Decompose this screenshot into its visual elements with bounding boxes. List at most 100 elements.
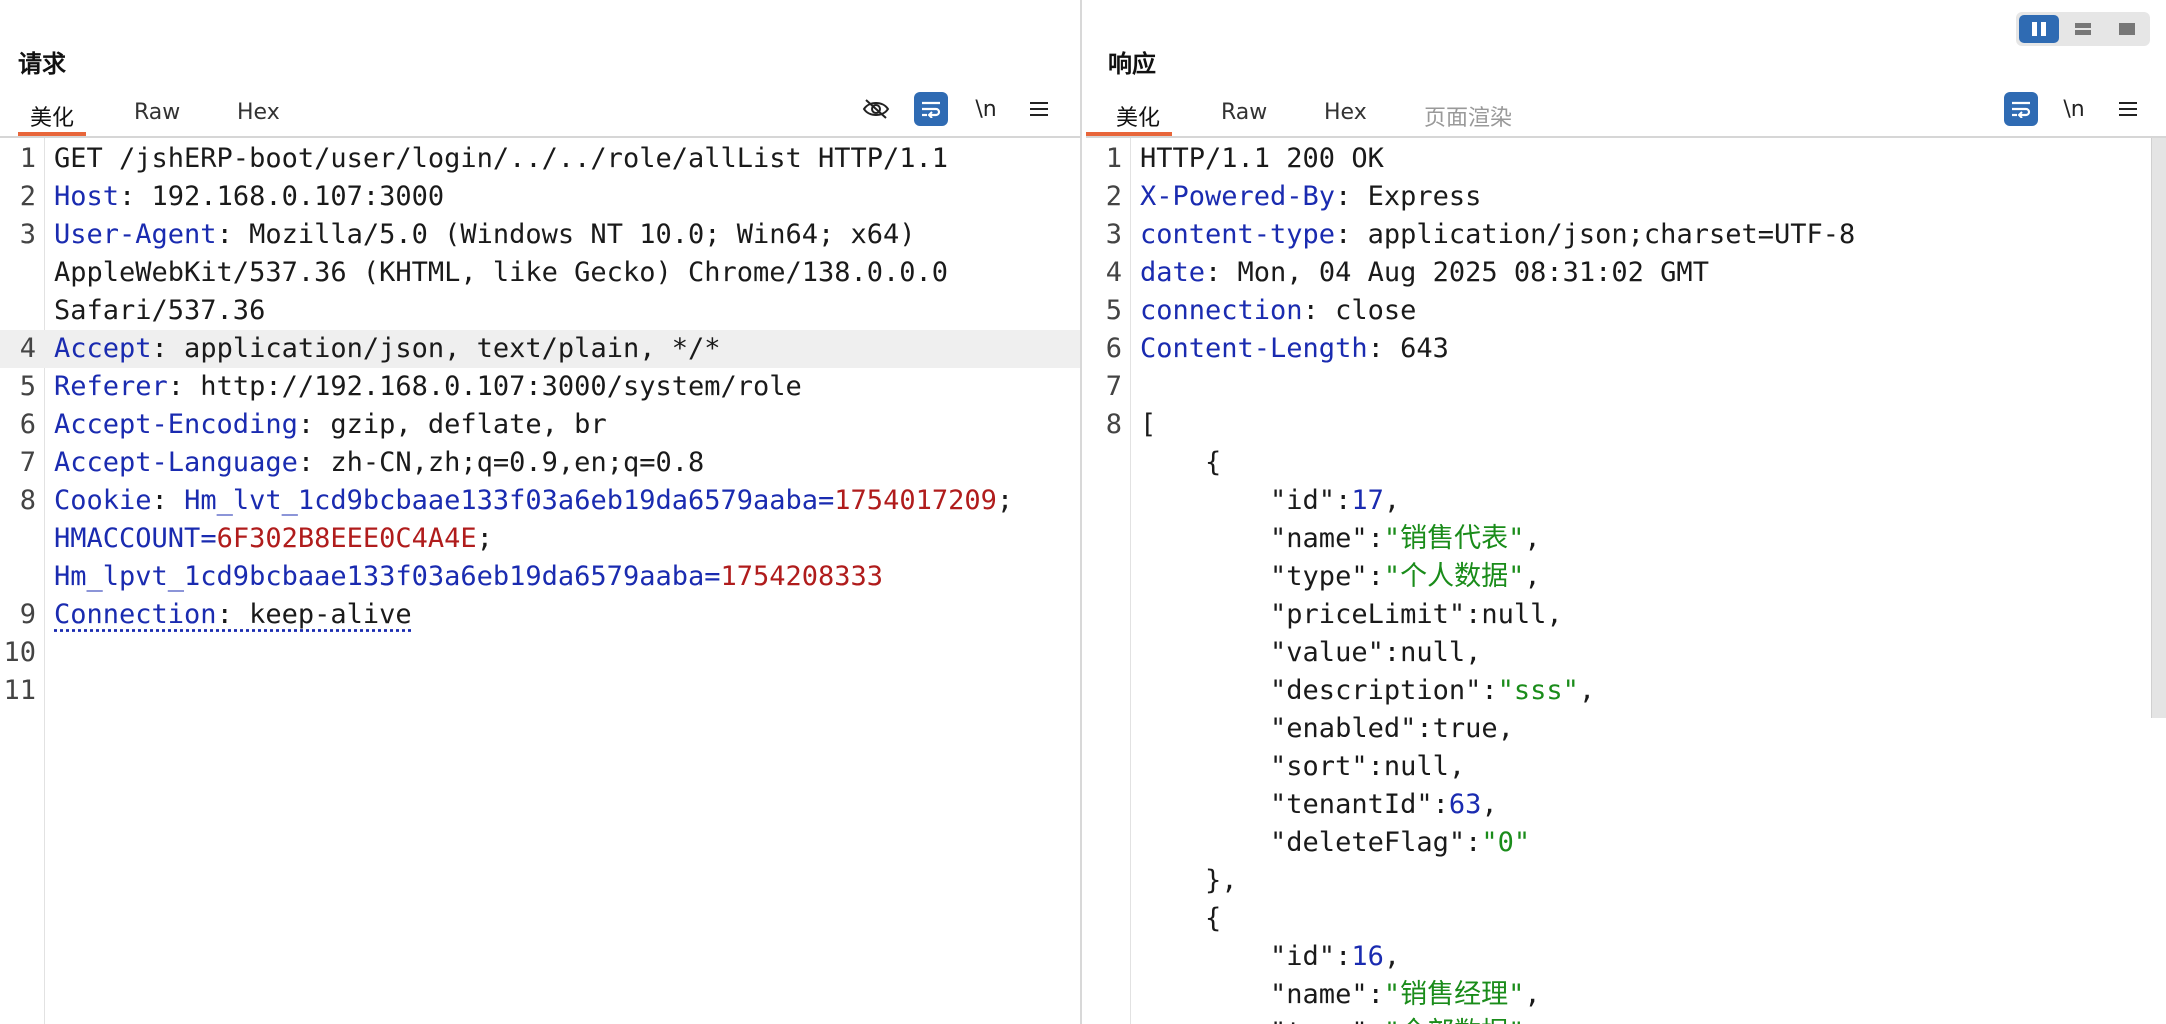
- line-text: "id":16,: [1140, 938, 1400, 976]
- line-text: "id":17,: [1140, 482, 1400, 520]
- code-token: "0": [1481, 827, 1531, 858]
- request-code-line[interactable]: 7 Accept-Language: zh-CN,zh;q=0.9,en;q=0.…: [0, 444, 1080, 482]
- response-tab-hex[interactable]: Hex: [1324, 94, 1367, 134]
- request-code-line[interactable]: 10: [0, 634, 1080, 672]
- response-tab-render[interactable]: 页面渲染: [1424, 94, 1512, 134]
- code-token: ,: [1524, 979, 1541, 1010]
- code-token: 1754017209: [834, 485, 997, 516]
- response-code-line[interactable]: "sort":null,: [1086, 748, 2152, 786]
- response-code-line[interactable]: 2 X-Powered-By: Express: [1086, 178, 2152, 216]
- code-token: HMACCOUNT: [54, 523, 201, 554]
- code-token: : close: [1302, 295, 1417, 326]
- response-code-line[interactable]: "type":"个人数据",: [1086, 558, 2152, 596]
- request-code-line[interactable]: 3 User-Agent: Mozilla/5.0 (Windows NT 10.…: [0, 216, 1080, 254]
- single-glyph: [2119, 23, 2135, 35]
- response-code-line[interactable]: "name":"销售代表",: [1086, 520, 2152, 558]
- response-code-line[interactable]: "description":"sss",: [1086, 672, 2152, 710]
- response-code-line[interactable]: {: [1086, 900, 2152, 938]
- request-tab-hex[interactable]: Hex: [237, 94, 280, 134]
- response-tab-raw[interactable]: Raw: [1221, 94, 1267, 134]
- line-text: Accept-Encoding: gzip, deflate, br: [54, 406, 607, 444]
- response-code-line[interactable]: "deleteFlag":"0": [1086, 824, 2152, 862]
- code-token: Host: [54, 181, 120, 212]
- response-code-line[interactable]: {: [1086, 444, 2152, 482]
- request-code-line[interactable]: 8 Cookie: Hm_lvt_1cd9bcbaae133f03a6eb19da…: [0, 482, 1080, 520]
- request-code-line[interactable]: 4 Accept: application/json, text/plain, *…: [0, 330, 1080, 368]
- response-code-line[interactable]: "id":16,: [1086, 938, 2152, 976]
- request-editor[interactable]: 1 GET /jshERP-boot/user/login/../../role/…: [0, 138, 1080, 1024]
- line-text: Referer: http://192.168.0.107:3000/syste…: [54, 368, 802, 406]
- response-code-line[interactable]: "id":17,: [1086, 482, 2152, 520]
- code-token: content-type: [1140, 219, 1336, 250]
- code-token: [: [1140, 409, 1157, 440]
- line-text: "value":null,: [1140, 634, 1481, 672]
- request-tab-pretty[interactable]: 美化: [18, 94, 87, 136]
- response-code-line[interactable]: 6 Content-Length: 643: [1086, 330, 2152, 368]
- line-number: 7: [1105, 371, 1122, 402]
- code-token: ,: [1497, 713, 1514, 744]
- response-code-line[interactable]: "type":"全部数据",: [1086, 1014, 2152, 1024]
- request-code-line[interactable]: AppleWebKit/537.36 (KHTML, like Gecko) C…: [0, 254, 1080, 292]
- response-title: 响应: [1108, 50, 1156, 78]
- response-code-line[interactable]: "priceLimit":null,: [1086, 596, 2152, 634]
- layout-columns-icon[interactable]: [2019, 15, 2059, 43]
- code-token: "sort": [1140, 751, 1368, 782]
- response-code-line[interactable]: 8[: [1086, 406, 2152, 444]
- code-token: Hm_lpvt_1cd9bcbaae133f03a6eb19da6579aaba: [54, 561, 705, 592]
- request-code-line[interactable]: 5 Referer: http://192.168.0.107:3000/syst…: [0, 368, 1080, 406]
- response-code-line[interactable]: 3 content-type: application/json;charset=…: [1086, 216, 2152, 254]
- response-editor[interactable]: 1 HTTP/1.1 200 OK 2 X-Powered-By: Express 3 c…: [1086, 138, 2152, 1024]
- request-code-line[interactable]: 9 Connection: keep-alive: [0, 596, 1080, 634]
- newline-toggle[interactable]: \n: [969, 92, 1003, 126]
- code-token: connection: [1140, 295, 1303, 326]
- response-wrap-toggle-icon[interactable]: [2004, 92, 2038, 126]
- response-code-line[interactable]: 1 HTTP/1.1 200 OK: [1086, 140, 2152, 178]
- response-code-line[interactable]: "enabled":true,: [1086, 710, 2152, 748]
- response-newline-toggle[interactable]: \n: [2057, 92, 2091, 126]
- code-token: "tenantId": [1140, 789, 1433, 820]
- hide-eye-icon[interactable]: [859, 92, 893, 126]
- response-tab-pretty[interactable]: 美化: [1086, 94, 1173, 136]
- response-code-line[interactable]: 4 date: Mon, 04 Aug 2025 08:31:02 GMT: [1086, 254, 2152, 292]
- request-code-line[interactable]: 1 GET /jshERP-boot/user/login/../../role/…: [0, 140, 1080, 178]
- request-pane: 请求 美化 Raw Hex \n 1 GET /jshERP-boot/user/…: [0, 0, 1080, 1024]
- code-token: "个人数据": [1383, 561, 1525, 592]
- code-token: :: [1335, 485, 1352, 516]
- menu-glyph: [2119, 102, 2137, 116]
- layout-rows-icon[interactable]: [2063, 15, 2103, 43]
- line-text: connection: close: [1140, 292, 1416, 330]
- code-token: 6F302B8EEE0C4A4E: [216, 523, 477, 554]
- code-token: :: [1367, 523, 1384, 554]
- line-number: 1: [19, 143, 36, 174]
- layout-single-icon[interactable]: [2107, 15, 2147, 43]
- code-token: User-Agent: [54, 219, 217, 250]
- code-token: ,: [1524, 1017, 1540, 1024]
- menu-icon[interactable]: [1022, 92, 1056, 126]
- line-text: User-Agent: Mozilla/5.0 (Windows NT 10.0…: [54, 216, 916, 254]
- response-code-line[interactable]: 7: [1086, 368, 2152, 406]
- line-text: HTTP/1.1 200 OK: [1140, 140, 1384, 178]
- wrap-toggle-icon[interactable]: [914, 92, 948, 126]
- code-token: ,: [1546, 599, 1563, 630]
- wrap-glyph: [2012, 101, 2031, 118]
- request-code-line[interactable]: 6 Accept-Encoding: gzip, deflate, br: [0, 406, 1080, 444]
- response-code-line[interactable]: "value":null,: [1086, 634, 2152, 672]
- response-code-line[interactable]: "name":"销售经理",: [1086, 976, 2152, 1014]
- response-code-line[interactable]: },: [1086, 862, 2152, 900]
- line-number: 9: [19, 599, 36, 630]
- line-number: 2: [1105, 181, 1122, 212]
- request-code-line[interactable]: 11: [0, 672, 1080, 710]
- request-code-line[interactable]: 2 Host: 192.168.0.107:3000: [0, 178, 1080, 216]
- response-scrollbar[interactable]: [2151, 138, 2166, 718]
- code-token: :: [1367, 561, 1384, 592]
- response-code-line[interactable]: 5 connection: close: [1086, 292, 2152, 330]
- request-code-line[interactable]: Hm_lpvt_1cd9bcbaae133f03a6eb19da6579aaba…: [0, 558, 1080, 596]
- response-code-line[interactable]: "tenantId":63,: [1086, 786, 2152, 824]
- request-code-line[interactable]: HMACCOUNT=6F302B8EEE0C4A4E;: [0, 520, 1080, 558]
- response-pane: 响应 美化 Raw Hex 页面渲染 \n 1 HTTP/1.1 200 OK 2 X…: [1086, 0, 2166, 1024]
- code-token: =: [200, 523, 217, 554]
- request-code-line[interactable]: Safari/537.36: [0, 292, 1080, 330]
- response-menu-icon[interactable]: [2111, 92, 2145, 126]
- code-token: :: [1416, 713, 1433, 744]
- request-tab-raw[interactable]: Raw: [134, 94, 180, 134]
